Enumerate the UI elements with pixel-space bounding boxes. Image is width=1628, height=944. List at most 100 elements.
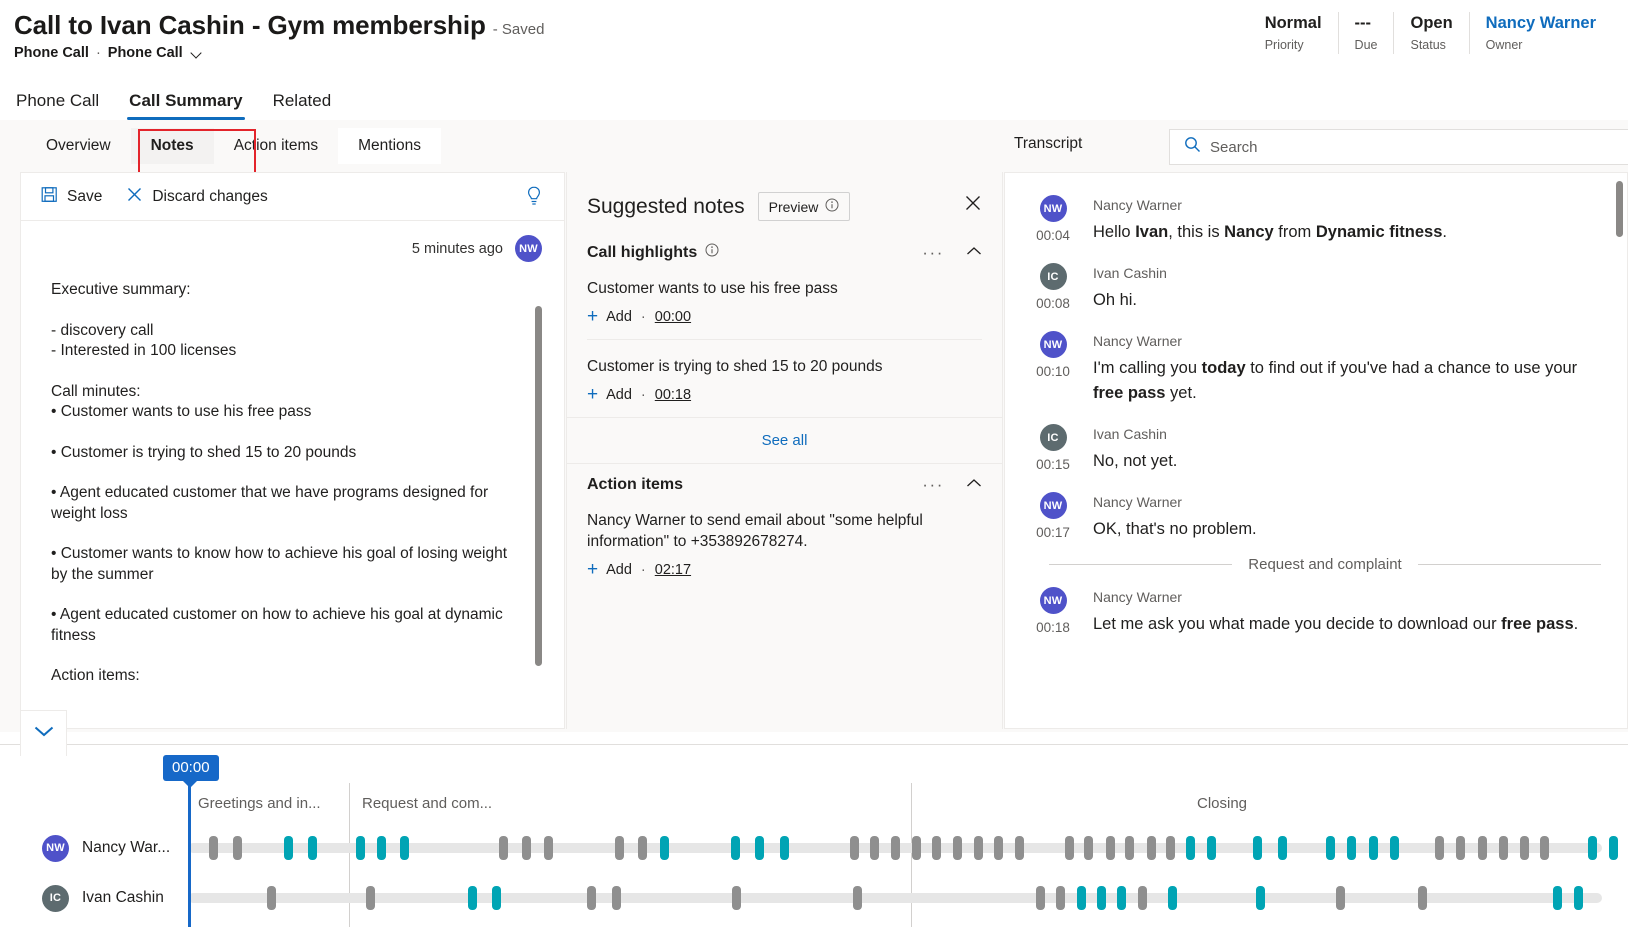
transcript-timestamp[interactable]: 00:08: [1036, 296, 1070, 311]
timeline-tick[interactable]: [780, 836, 790, 860]
meta-owner-value[interactable]: Nancy Warner: [1486, 12, 1596, 34]
timeline-tick[interactable]: [1116, 886, 1126, 910]
transcript-entry[interactable]: NW 00:18 Nancy Warner Let me ask you what m…: [1031, 579, 1601, 647]
timeline-tick[interactable]: [1587, 836, 1597, 860]
subtab-action-items[interactable]: Action items: [214, 128, 338, 164]
notes-text-body[interactable]: Executive summary: - discovery call - In…: [21, 266, 564, 728]
timeline-tick[interactable]: [1015, 836, 1025, 860]
add-suggestion-button[interactable]: + Add: [587, 307, 632, 326]
timeline-track[interactable]: [188, 836, 1619, 860]
add-suggestion-button[interactable]: + Add: [587, 385, 632, 404]
timeline-tick[interactable]: [1105, 836, 1115, 860]
suggestions-bulb-icon[interactable]: [524, 185, 544, 212]
timeline-tick[interactable]: [366, 886, 376, 910]
timeline-tick[interactable]: [499, 836, 509, 860]
timeline-tick[interactable]: [730, 836, 740, 860]
timeline-tick[interactable]: [952, 836, 962, 860]
meta-due[interactable]: --- Due: [1337, 12, 1394, 54]
timeline-tick[interactable]: [1347, 836, 1357, 860]
timeline-playhead-line[interactable]: [188, 781, 191, 927]
timeline-tick[interactable]: [1084, 836, 1094, 860]
info-icon[interactable]: [825, 198, 839, 215]
timeline-tick[interactable]: [615, 836, 625, 860]
meta-owner[interactable]: Nancy Warner Owner: [1468, 12, 1612, 54]
timeline-tick[interactable]: [586, 886, 596, 910]
transcript-timestamp[interactable]: 00:10: [1036, 364, 1070, 379]
timeline-tick[interactable]: [931, 836, 941, 860]
more-options-icon[interactable]: ···: [922, 476, 944, 493]
close-suggested-notes-button[interactable]: [964, 194, 982, 217]
timeline-tick[interactable]: [1456, 836, 1466, 860]
transcript-timestamp[interactable]: 00:17: [1036, 525, 1070, 540]
timeline-tick[interactable]: [521, 836, 531, 860]
transcript-timestamp[interactable]: 00:15: [1036, 457, 1070, 472]
timeline-tick[interactable]: [852, 886, 862, 910]
timeline-tick[interactable]: [233, 836, 243, 860]
save-button[interactable]: Save: [41, 186, 102, 208]
chevron-down-icon[interactable]: [192, 48, 203, 59]
timeline-tick[interactable]: [911, 836, 921, 860]
collapse-notes-button[interactable]: [20, 710, 67, 756]
subtab-mentions[interactable]: Mentions: [338, 128, 442, 164]
timeline-tick[interactable]: [1326, 836, 1336, 860]
timeline-tick[interactable]: [1278, 836, 1288, 860]
transcript-entry[interactable]: IC 00:08 Ivan Cashin Oh hi.: [1031, 255, 1601, 323]
transcript-timestamp[interactable]: 00:18: [1036, 620, 1070, 635]
timeline-tick[interactable]: [209, 836, 219, 860]
timeline-tick[interactable]: [400, 836, 410, 860]
see-all-link[interactable]: See all: [567, 417, 1002, 464]
timeline-tick[interactable]: [544, 836, 554, 860]
tab-related[interactable]: Related: [271, 91, 334, 120]
timeline-tick[interactable]: [1435, 836, 1445, 860]
notes-scrollbar-thumb[interactable]: [535, 306, 542, 666]
chevron-up-icon[interactable]: [966, 476, 982, 494]
timeline-tick[interactable]: [467, 886, 477, 910]
transcript-scrollbar-track[interactable]: [1616, 181, 1623, 723]
timeline-tick[interactable]: [1255, 886, 1265, 910]
timeline-tick[interactable]: [849, 836, 859, 860]
timeline-tick[interactable]: [1539, 836, 1549, 860]
timeline-tick[interactable]: [1138, 886, 1148, 910]
subtab-overview[interactable]: Overview: [26, 128, 131, 164]
info-icon[interactable]: [705, 243, 719, 262]
timeline-tick[interactable]: [1186, 836, 1196, 860]
timeline-tick[interactable]: [1207, 836, 1217, 860]
transcript-scrollbar-thumb[interactable]: [1616, 181, 1623, 237]
subtab-notes[interactable]: Notes: [130, 128, 214, 164]
timeline-tick[interactable]: [1077, 886, 1087, 910]
suggestion-timestamp[interactable]: 00:00: [655, 309, 691, 325]
timeline-tick[interactable]: [492, 886, 501, 910]
timeline-tick[interactable]: [1097, 886, 1107, 910]
timeline-tick[interactable]: [869, 836, 879, 860]
tab-phone-call[interactable]: Phone Call: [14, 91, 101, 120]
timeline-tick[interactable]: [1368, 836, 1378, 860]
discard-changes-button[interactable]: Discard changes: [126, 186, 268, 208]
timeline-tick[interactable]: [1573, 886, 1583, 910]
transcript-entry[interactable]: NW 00:04 Nancy Warner Hello Ivan, this is N…: [1031, 187, 1601, 255]
timeline-tick[interactable]: [1336, 886, 1346, 910]
timeline-tick[interactable]: [1389, 836, 1399, 860]
timeline-tick[interactable]: [1519, 836, 1529, 860]
timeline-tick[interactable]: [993, 836, 1003, 860]
transcript-timestamp[interactable]: 00:04: [1036, 228, 1070, 243]
timeline-tick[interactable]: [1552, 886, 1562, 910]
timeline-tick[interactable]: [1498, 836, 1508, 860]
transcript-entry[interactable]: NW 00:10 Nancy Warner I'm calling you today…: [1031, 323, 1601, 416]
meta-status[interactable]: Open Status: [1393, 12, 1468, 54]
search-input[interactable]: Search: [1169, 129, 1628, 165]
suggestion-timestamp[interactable]: 02:17: [655, 562, 691, 578]
timeline-tick[interactable]: [356, 836, 366, 860]
more-options-icon[interactable]: ···: [922, 244, 944, 261]
timeline-tick[interactable]: [1125, 836, 1135, 860]
meta-priority[interactable]: Normal Priority: [1249, 12, 1338, 54]
timeline-tick[interactable]: [1477, 836, 1487, 860]
timeline-tick[interactable]: [1166, 836, 1176, 860]
add-suggestion-button[interactable]: + Add: [587, 560, 632, 579]
transcript-entry[interactable]: NW 00:17 Nancy Warner OK, that's no problem…: [1031, 484, 1601, 552]
timeline-tick[interactable]: [1167, 886, 1177, 910]
timeline-tick[interactable]: [284, 836, 294, 860]
timeline-tick[interactable]: [660, 836, 670, 860]
preview-badge[interactable]: Preview: [757, 192, 851, 221]
timeline-tick[interactable]: [612, 886, 622, 910]
breadcrumb-form[interactable]: Phone Call: [108, 45, 183, 61]
